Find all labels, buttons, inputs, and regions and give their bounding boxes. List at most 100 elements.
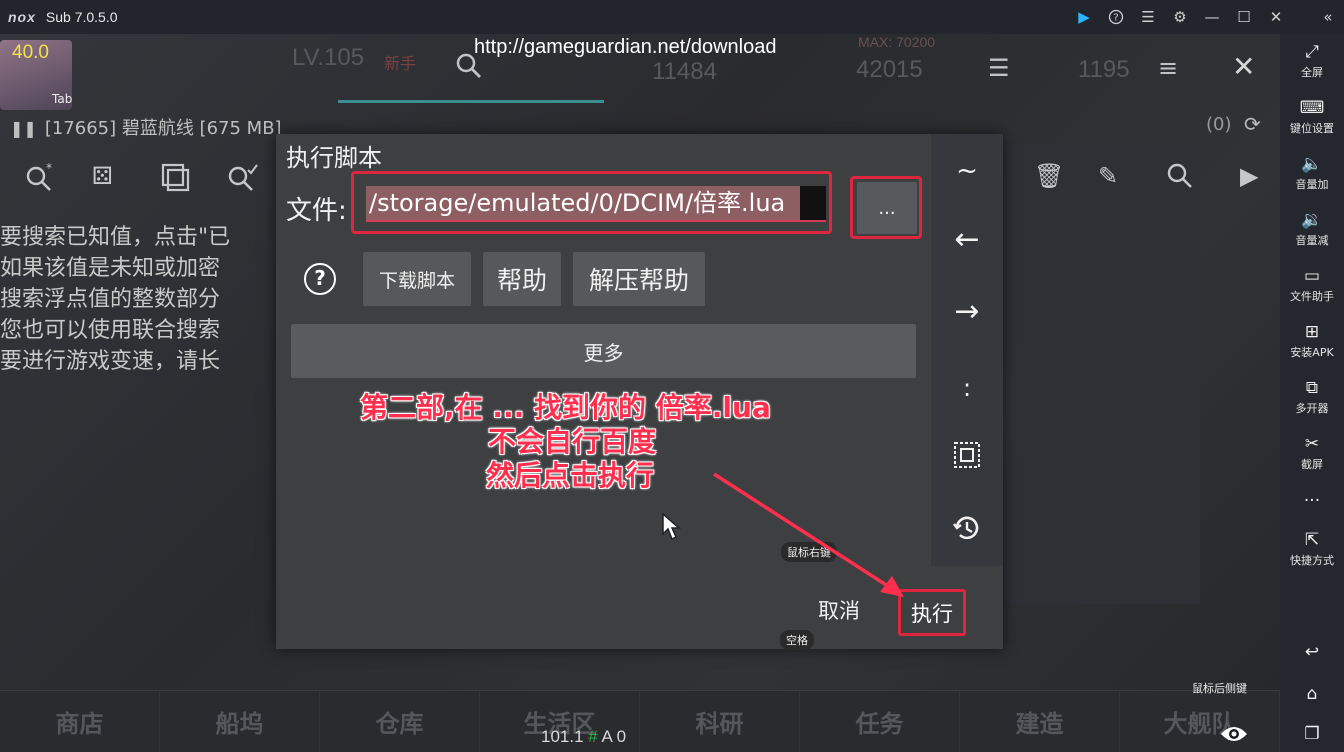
text-cursor — [800, 186, 826, 220]
emulator-window: { "titlebar": { "logo": "nox", "version"… — [0, 0, 1344, 752]
eye-icon[interactable] — [1220, 724, 1248, 750]
process-label: [17665] 碧蓝航线 [675 MB] — [44, 118, 282, 139]
edit-icon[interactable]: ✎ — [1098, 162, 1118, 190]
resource-count-3: 1195 — [1078, 56, 1130, 83]
nav-storage[interactable]: 仓库 — [320, 691, 480, 752]
newbie-badge: 新手 — [384, 56, 417, 73]
minimize-icon[interactable]: — — [1196, 0, 1228, 34]
file-assistant-icon: ▭ — [1303, 266, 1321, 286]
help-icon[interactable]: ? — [1100, 0, 1132, 34]
menu-icon[interactable]: ≡ — [1158, 54, 1178, 82]
sidebar-label: 全屏 — [1301, 66, 1323, 79]
keyboard-icon: ⌨ — [1299, 98, 1325, 118]
right-arrow-key[interactable]: → — [931, 294, 1003, 329]
sidebar-item-more[interactable]: ... — [1280, 486, 1344, 506]
copy-select-icon[interactable] — [160, 162, 190, 198]
sidebar-item-keymap[interactable]: ⌨ 键位设置 — [1280, 98, 1344, 136]
sidebar-label: 快捷方式 — [1290, 554, 1334, 567]
nav-dock[interactable]: 船坞 — [160, 691, 320, 752]
nav-build[interactable]: 建造 — [960, 691, 1120, 752]
android-back-icon[interactable]: ↩ — [1280, 642, 1344, 662]
resource-count-1: 11484 — [652, 58, 717, 85]
nav-research[interactable]: 科研 — [640, 691, 800, 752]
status-tail: A 0 — [601, 727, 627, 746]
mouse-cursor-icon — [662, 512, 681, 541]
saved-list-icon[interactable]: ☰ — [988, 54, 1010, 82]
sidebar-label: 音量减 — [1295, 234, 1329, 247]
search-check-icon[interactable] — [226, 162, 258, 198]
unzip-help-button[interactable]: 解压帮助 — [573, 252, 705, 306]
resource-count-2: 42015 — [856, 56, 923, 83]
colon-key[interactable]: : — [931, 374, 1003, 402]
space-key-hint: 空格 — [780, 630, 814, 650]
sidebar-item-fullscreen[interactable]: ⤢ 全屏 — [1280, 42, 1344, 80]
close-icon[interactable]: ✕ — [1232, 50, 1255, 83]
volume-up-icon: 🔈 — [1301, 154, 1323, 174]
svg-text:?: ? — [1113, 13, 1118, 24]
fullscreen-icon: ⤢ — [1305, 42, 1319, 62]
hint-line: 搜索浮点值的整数部分 — [0, 287, 221, 312]
download-script-button[interactable]: 下载脚本 — [363, 252, 471, 306]
svg-text:*: * — [46, 162, 52, 175]
sidebar-item-multi-instance[interactable]: ⧉ 多开器 — [1280, 378, 1344, 416]
menu-icon[interactable]: ☰ — [1132, 0, 1164, 34]
nav-fleet[interactable]: 大舰队 — [1120, 691, 1280, 752]
gameguardian-url[interactable]: http://gameguardian.net/download — [474, 36, 776, 59]
browse-file-button[interactable]: ... — [857, 182, 917, 234]
more-button[interactable]: 更多 — [291, 324, 916, 378]
nav-shop[interactable]: 商店 — [0, 691, 160, 752]
question-icon[interactable]: ? — [304, 263, 336, 295]
refresh-icon[interactable]: ⟳ — [1244, 112, 1261, 136]
android-home-icon[interactable]: ⌂ — [1280, 684, 1344, 704]
game-side-panel — [1005, 144, 1200, 604]
sidebar-item-volume-down[interactable]: 🔉 音量减 — [1280, 210, 1344, 248]
script-path-value: /storage/emulated/0/DCIM/倍率.lua — [369, 189, 786, 217]
settings-gear-icon[interactable]: ⚙ — [1164, 0, 1196, 34]
collapse-sidebar-icon[interactable]: « — [1312, 0, 1344, 34]
pause-icon[interactable]: ❚❚ — [10, 119, 37, 138]
result-count: (0) — [1206, 114, 1232, 135]
fps-counter: 40.0 — [12, 42, 49, 63]
delete-icon[interactable]: 🗑 — [1034, 162, 1064, 190]
file-label: 文件: — [286, 196, 347, 226]
play-icon[interactable]: ▶ — [1240, 162, 1258, 190]
scissors-icon: ✂ — [1304, 434, 1320, 454]
maximize-icon[interactable]: ☐ — [1228, 0, 1260, 34]
left-arrow-key[interactable]: ← — [931, 222, 1003, 257]
hint-line: 要进行游戏变速，请长 — [0, 349, 221, 374]
help-button[interactable]: 帮助 — [483, 252, 561, 306]
android-recent-icon[interactable]: ❐ — [1280, 724, 1344, 744]
sidebar-item-shortcut[interactable]: ⇱ 快捷方式 — [1280, 530, 1344, 568]
sidebar-label: 截屏 — [1301, 458, 1323, 471]
tilde-key[interactable]: ~ — [931, 156, 1003, 186]
search-icon-2[interactable] — [1166, 162, 1194, 196]
max-label: MAX: 70200 — [858, 34, 936, 50]
select-all-icon[interactable] — [931, 440, 1003, 478]
sidebar-item-install-apk[interactable]: ⊞ 安装APK — [1280, 322, 1344, 360]
gg-help-text: 要搜索已知值，点击"已 如果该值是未知或加密 搜索浮点值的整数部分 您也可以使用… — [0, 222, 280, 377]
sidebar-item-screenshot[interactable]: ✂ 截屏 — [1280, 434, 1344, 472]
level-text: LV.105 — [292, 44, 365, 71]
emulator-sidebar: ⤢ 全屏 ⌨ 键位设置 🔈 音量加 🔉 音量减 ▭ 文件助手 ⊞ 安装APK ⧉… — [1280, 34, 1344, 752]
hint-line: 您也可以使用联合搜索 — [0, 318, 221, 343]
gg-status-line: 101.1 # A 0 — [541, 727, 626, 747]
window-controls: ▶ ? ☰ ⚙ — ☐ ✕ « — [1068, 0, 1344, 34]
search-unknown-icon[interactable]: * — [24, 161, 54, 198]
play-store-icon[interactable]: ▶ — [1068, 0, 1100, 34]
sidebar-item-volume-up[interactable]: 🔈 音量加 — [1280, 154, 1344, 192]
path-highlight-box: /storage/emulated/0/DCIM/倍率.lua — [351, 171, 832, 234]
script-path-input[interactable]: /storage/emulated/0/DCIM/倍率.lua — [366, 186, 826, 222]
dice-icon[interactable]: ⚄ — [92, 162, 113, 190]
sidebar-item-file-assistant[interactable]: ▭ 文件助手 — [1280, 266, 1344, 304]
annotation-arrow — [713, 472, 904, 597]
close-window-icon[interactable]: ✕ — [1260, 0, 1292, 34]
nox-logo: nox — [8, 9, 36, 25]
nav-tasks[interactable]: 任务 — [800, 691, 960, 752]
process-row[interactable]: ❚❚ [17665] 碧蓝航线 [675 MB] — [10, 114, 282, 140]
search-icon[interactable] — [455, 52, 483, 87]
status-value: 101.1 — [541, 727, 584, 746]
annotation-line-3: 然后点击执行 — [486, 459, 655, 492]
hint-line: 要搜索已知值，点击"已 — [0, 225, 231, 250]
history-icon[interactable] — [931, 512, 1003, 548]
